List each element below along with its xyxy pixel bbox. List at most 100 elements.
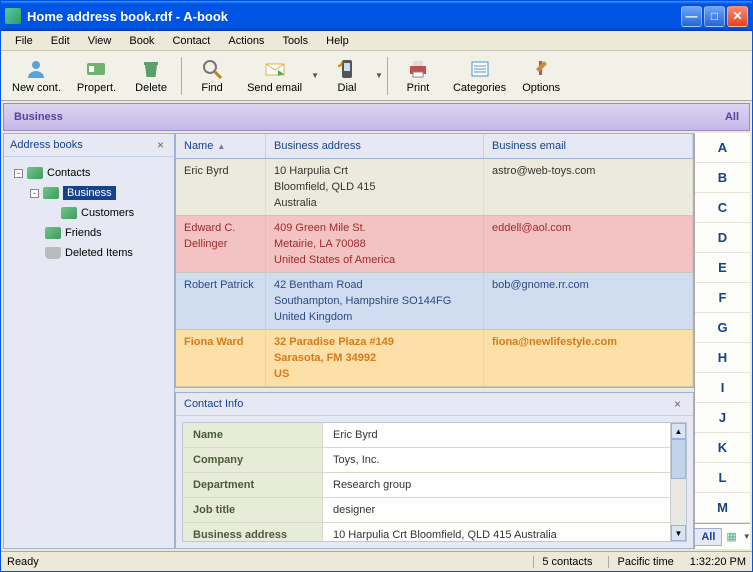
book-icon — [43, 187, 59, 199]
close-button[interactable]: ✕ — [727, 6, 748, 27]
cell-name: Edward C. Dellinger — [176, 216, 266, 272]
detail-value: Eric Byrd — [323, 423, 686, 447]
scroll-thumb[interactable] — [671, 439, 686, 479]
detail-value: Toys, Inc. — [323, 448, 686, 472]
chevron-down-icon[interactable]: ▼ — [311, 71, 319, 80]
detail-key: Name — [183, 423, 323, 447]
menu-book[interactable]: Book — [121, 33, 162, 49]
table-row[interactable]: Eric Byrd10 Harpulia Crt Bloomfield, QLD… — [176, 159, 693, 216]
table-row[interactable]: Robert Patrick42 Bentham Road Southampto… — [176, 273, 693, 330]
toolbar-label: Propert. — [77, 82, 116, 94]
toolbar-label: Categories — [453, 82, 506, 94]
contacts-table: Name▲ Business address Business email Er… — [175, 133, 694, 388]
alpha-h[interactable]: H — [695, 343, 750, 373]
tools-icon — [530, 58, 552, 80]
main-area: Address books × -Contacts-BusinessCustom… — [3, 133, 750, 549]
chevron-down-icon[interactable]: ▼ — [375, 71, 383, 80]
alpha-f[interactable]: F — [695, 283, 750, 313]
tree-item-contacts[interactable]: -Contacts — [8, 163, 170, 183]
alpha-i[interactable]: I — [695, 373, 750, 403]
chevron-down-icon[interactable]: ▼ — [743, 532, 751, 541]
tree-item-business[interactable]: - Business — [8, 183, 170, 203]
col-header-email[interactable]: Business email — [484, 134, 693, 158]
titlebar[interactable]: Home address book.rdf - A-book — □ ✕ — [1, 1, 752, 31]
tree-item-deleted-items[interactable]: Deleted Items — [8, 243, 170, 263]
alpha-a[interactable]: A — [695, 133, 750, 163]
cell-name: Eric Byrd — [176, 159, 266, 215]
trash-icon — [45, 247, 61, 259]
toolbar-label: Print — [407, 82, 430, 94]
minimize-button[interactable]: — — [681, 6, 702, 27]
cell-email: eddell@aol.com — [484, 216, 693, 272]
menu-edit[interactable]: Edit — [43, 33, 78, 49]
delete-button[interactable]: Delete — [125, 54, 177, 98]
tree-item-label: Friends — [65, 227, 102, 239]
tree-item-label: Deleted Items — [65, 247, 133, 259]
toolbar: New cont.Propert.DeleteFindSend email▼Di… — [1, 51, 752, 101]
maximize-button[interactable]: □ — [704, 6, 725, 27]
cell-email: fiona@newlifestyle.com — [484, 330, 693, 386]
close-icon[interactable]: × — [670, 397, 685, 411]
col-header-address[interactable]: Business address — [266, 134, 484, 158]
tree-item-label: Business — [63, 186, 116, 200]
alpha-m[interactable]: M — [695, 493, 750, 523]
sidebar-header: Address books × — [4, 134, 174, 157]
detail-key: Company — [183, 448, 323, 472]
tree-item-friends[interactable]: Friends — [8, 223, 170, 243]
alpha-j[interactable]: J — [695, 403, 750, 433]
options-button[interactable]: Options — [515, 54, 567, 98]
send-email-button[interactable]: Send email — [240, 54, 309, 98]
mail-icon — [264, 58, 286, 80]
menu-view[interactable]: View — [80, 33, 120, 49]
alpha-g[interactable]: G — [695, 313, 750, 343]
tree-toggle-icon[interactable]: - — [14, 169, 23, 178]
book-icon — [45, 227, 61, 239]
table-row[interactable]: Fiona Ward32 Paradise Plaza #149 Sarasot… — [176, 330, 693, 387]
category-bar: Business All — [3, 103, 750, 131]
col-header-name[interactable]: Name▲ — [176, 134, 266, 158]
table-row[interactable]: Edward C. Dellinger409 Green Mile St. Me… — [176, 216, 693, 273]
search-icon — [201, 58, 223, 80]
menubar: FileEditViewBookContactActionsToolsHelp — [1, 31, 752, 51]
new-contact-button[interactable]: New cont. — [5, 54, 68, 98]
tree-item-customers[interactable]: Customers — [8, 203, 170, 223]
sidebar-title: Address books — [10, 139, 83, 151]
detail-title: Contact Info — [184, 398, 243, 410]
vertical-scrollbar[interactable]: ▲ ▼ — [670, 423, 686, 541]
print-button[interactable]: Print — [392, 54, 444, 98]
alpha-e[interactable]: E — [695, 253, 750, 283]
alpha-l[interactable]: L — [695, 463, 750, 493]
scroll-up-icon[interactable]: ▲ — [671, 423, 686, 439]
menu-contact[interactable]: Contact — [164, 33, 218, 49]
menu-actions[interactable]: Actions — [220, 33, 272, 49]
alpha-mode-icon[interactable]: ▦ — [726, 530, 736, 543]
cell-email: bob@gnome.rr.com — [484, 273, 693, 329]
properties-button[interactable]: Propert. — [70, 54, 123, 98]
alpha-b[interactable]: B — [695, 163, 750, 193]
detail-key: Job title — [183, 498, 323, 522]
book-icon — [61, 207, 77, 219]
categories-button[interactable]: Categories — [446, 54, 513, 98]
find-button[interactable]: Find — [186, 54, 238, 98]
status-contact-count: 5 contacts — [533, 556, 600, 568]
menu-file[interactable]: File — [7, 33, 41, 49]
alpha-c[interactable]: C — [695, 193, 750, 223]
window-title: Home address book.rdf - A-book — [27, 9, 681, 24]
dial-button[interactable]: Dial — [321, 54, 373, 98]
sort-asc-icon: ▲ — [217, 142, 225, 151]
close-icon[interactable]: × — [153, 138, 168, 152]
tree-toggle-icon[interactable]: - — [30, 189, 39, 198]
alpha-all-button[interactable]: All — [694, 528, 722, 546]
menu-help[interactable]: Help — [318, 33, 357, 49]
toolbar-label: Dial — [338, 82, 357, 94]
app-icon — [5, 8, 21, 24]
alpha-k[interactable]: K — [695, 433, 750, 463]
detail-body: NameEric ByrdCompanyToys, Inc.Department… — [182, 422, 687, 542]
detail-header: Contact Info × — [176, 393, 693, 416]
scroll-down-icon[interactable]: ▼ — [671, 525, 686, 541]
menu-tools[interactable]: Tools — [274, 33, 316, 49]
detail-row: CompanyToys, Inc. — [183, 448, 686, 473]
statusbar: Ready 5 contacts Pacific time 1:32:20 PM — [1, 551, 752, 571]
category-filter[interactable]: All — [725, 111, 739, 123]
alpha-d[interactable]: D — [695, 223, 750, 253]
